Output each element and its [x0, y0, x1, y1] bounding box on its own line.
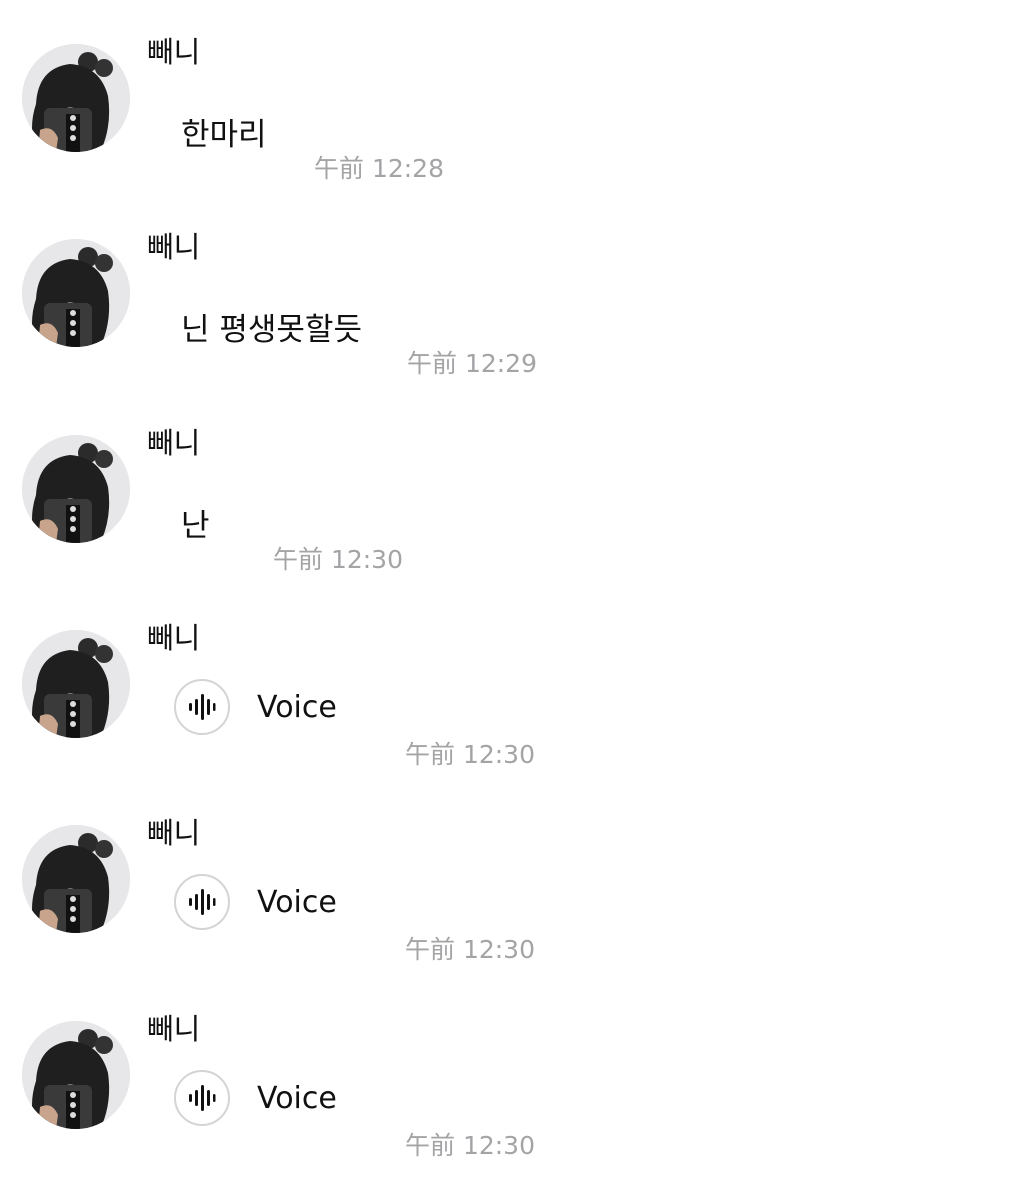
message-timestamp: 午前 12:29 [407, 349, 537, 378]
sender-avatar[interactable] [22, 630, 130, 738]
avatar-photo [22, 239, 130, 347]
voice-message-label[interactable]: Voice [257, 687, 337, 729]
avatar-photo [22, 630, 130, 738]
waveform-icon [189, 694, 216, 720]
waveform-icon [189, 1085, 216, 1111]
message-row: 빼니 난 午前 12:30 [0, 391, 1018, 586]
message-row: 빼니 Voice 午前 12:30 [0, 781, 1018, 976]
message-text: 닌 평생못할듯 [181, 312, 362, 348]
sender-avatar[interactable] [22, 44, 130, 152]
waveform-icon [189, 889, 216, 915]
voice-message-label[interactable]: Voice [257, 1078, 337, 1120]
sender-name: 빼니 [147, 35, 201, 69]
message-row: 빼니 Voice 午前 12:30 [0, 586, 1018, 781]
voice-play-button[interactable] [174, 1070, 230, 1126]
sender-name: 빼니 [147, 621, 201, 655]
avatar-photo [22, 825, 130, 933]
sender-name: 빼니 [147, 426, 201, 460]
sender-name: 빼니 [147, 1012, 201, 1046]
sender-avatar[interactable] [22, 435, 130, 543]
message-row: 빼니 한마리 午前 12:28 [0, 0, 1018, 195]
voice-play-button[interactable] [174, 679, 230, 735]
avatar-photo [22, 1021, 130, 1129]
message-timestamp: 午前 12:30 [273, 545, 403, 574]
sender-avatar[interactable] [22, 825, 130, 933]
message-row: 빼니 닌 평생못할듯 午前 12:29 [0, 195, 1018, 390]
message-timestamp: 午前 12:30 [405, 740, 535, 769]
avatar-photo [22, 44, 130, 152]
sender-name: 빼니 [147, 230, 201, 264]
message-text: 한마리 [181, 117, 267, 153]
message-row: 빼니 Voice 午前 12:30 [0, 977, 1018, 1172]
message-timestamp: 午前 12:28 [314, 154, 444, 183]
chat-message-list: 빼니 한마리 午前 12:28 빼니 닌 평생못할듯 午前 12:29 빼니 난… [0, 0, 1018, 1200]
voice-play-button[interactable] [174, 874, 230, 930]
message-text: 난 [181, 508, 210, 544]
sender-name: 빼니 [147, 816, 201, 850]
voice-message-label[interactable]: Voice [257, 882, 337, 924]
sender-avatar[interactable] [22, 239, 130, 347]
sender-avatar[interactable] [22, 1021, 130, 1129]
message-timestamp: 午前 12:30 [405, 1131, 535, 1160]
avatar-photo [22, 435, 130, 543]
message-timestamp: 午前 12:30 [405, 935, 535, 964]
